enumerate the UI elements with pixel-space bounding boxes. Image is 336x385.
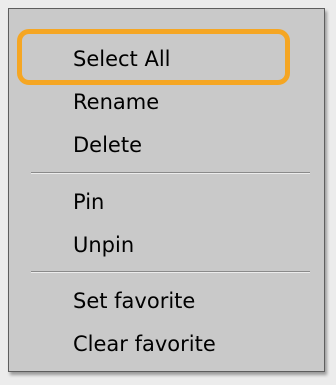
menu-item-unpin[interactable]: Unpin [9,225,324,265]
context-menu: Select All Rename Delete Pin Unpin Set f… [8,8,325,372]
menu-item-delete[interactable]: Delete [9,125,324,165]
menu-item-select-all[interactable]: Select All [9,39,324,79]
menu-item-pin[interactable]: Pin [9,182,324,222]
menu-item-clear-favorite[interactable]: Clear favorite [9,324,324,364]
menu-item-rename[interactable]: Rename [9,82,324,122]
menu-separator [31,172,310,174]
menu-item-set-favorite[interactable]: Set favorite [9,281,324,321]
menu-separator [31,271,310,273]
